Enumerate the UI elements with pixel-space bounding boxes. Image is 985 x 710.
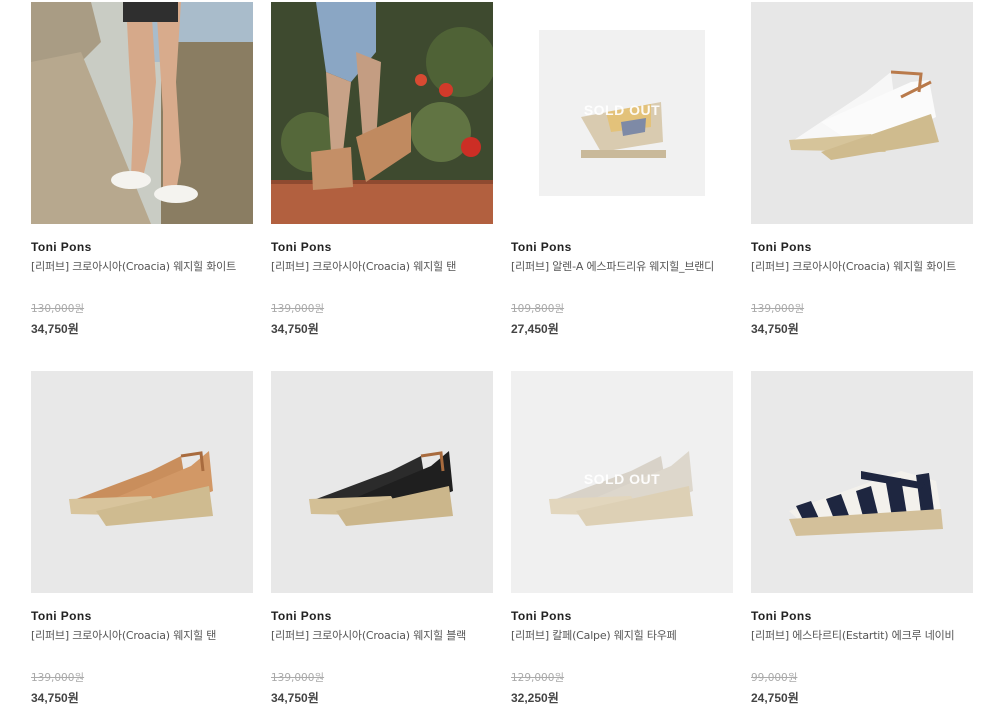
product-name[interactable]: [리퍼브] 크로아시아(Croacia) 웨지힐 화이트 [31, 258, 253, 275]
sale-price: 32,250원 [511, 691, 559, 705]
original-price: 139,000원 [271, 672, 325, 684]
product-card[interactable]: SOLD OUT Toni Pons [리퍼브] 칼페(Calpe) 웨지힐 타… [511, 371, 733, 705]
sold-out-label: SOLD OUT [583, 471, 661, 487]
product-card[interactable]: Toni Pons [리퍼브] 크로아시아(Croacia) 웨지힐 화이트 1… [751, 2, 973, 336]
product-image[interactable]: SOLD OUT [511, 2, 733, 224]
product-image[interactable] [751, 2, 973, 224]
product-image[interactable]: SOLD OUT [511, 371, 733, 593]
product-card[interactable]: Toni Pons [리퍼브] 에스타르티(Estartit) 에크루 네이비 … [751, 371, 973, 705]
product-name[interactable]: [리퍼브] 칼페(Calpe) 웨지힐 타우페 [511, 627, 733, 644]
original-price: 130,000원 [31, 303, 85, 315]
sale-price: 34,750원 [31, 322, 79, 336]
product-card[interactable]: Toni Pons [리퍼브] 크로아시아(Croacia) 웨지힐 블랙 13… [271, 371, 493, 705]
original-price: 139,000원 [31, 672, 85, 684]
product-image[interactable] [271, 2, 493, 224]
product-image[interactable] [271, 371, 493, 593]
product-brand[interactable]: Toni Pons [751, 240, 812, 254]
product-name[interactable]: [리퍼브] 에스타르티(Estartit) 에크루 네이비 [751, 627, 973, 644]
original-price: 139,000원 [271, 303, 325, 315]
original-price: 129,000원 [511, 672, 565, 684]
product-name[interactable]: [리퍼브] 크로아시아(Croacia) 웨지힐 블랙 [271, 627, 493, 644]
product-card[interactable]: Toni Pons [리퍼브] 크로아시아(Croacia) 웨지힐 탠 139… [31, 371, 253, 705]
sale-price: 34,750원 [271, 691, 319, 705]
product-image[interactable] [751, 371, 973, 593]
product-brand[interactable]: Toni Pons [31, 240, 92, 254]
product-brand[interactable]: Toni Pons [31, 609, 92, 623]
product-image[interactable] [31, 371, 253, 593]
product-card[interactable]: Toni Pons [리퍼브] 크로아시아(Croacia) 웨지힐 탠 139… [271, 2, 493, 336]
product-name[interactable]: [리퍼브] 크로아시아(Croacia) 웨지힐 화이트 [751, 258, 973, 275]
sale-price: 34,750원 [271, 322, 319, 336]
sale-price: 34,750원 [751, 322, 799, 336]
original-price: 139,000원 [751, 303, 805, 315]
sale-price: 27,450원 [511, 322, 559, 336]
product-name[interactable]: [리퍼브] 크로아시아(Croacia) 웨지힐 탠 [271, 258, 493, 275]
product-brand[interactable]: Toni Pons [271, 609, 332, 623]
product-card[interactable]: Toni Pons [리퍼브] 크로아시아(Croacia) 웨지힐 화이트 1… [31, 2, 253, 336]
product-brand[interactable]: Toni Pons [751, 609, 812, 623]
original-price: 109,800원 [511, 303, 565, 315]
sold-out-label: SOLD OUT [583, 102, 661, 118]
original-price: 99,000원 [751, 672, 798, 684]
product-brand[interactable]: Toni Pons [511, 240, 572, 254]
sale-price: 24,750원 [751, 691, 799, 705]
product-image[interactable] [31, 2, 253, 224]
product-name[interactable]: [리퍼브] 알렌-A 에스파드리유 웨지힐_브랜디 [511, 258, 733, 275]
product-card[interactable]: SOLD OUT Toni Pons [리퍼브] 알렌-A 에스파드리유 웨지힐… [511, 2, 733, 336]
product-brand[interactable]: Toni Pons [511, 609, 572, 623]
product-name[interactable]: [리퍼브] 크로아시아(Croacia) 웨지힐 탠 [31, 627, 253, 644]
sale-price: 34,750원 [31, 691, 79, 705]
product-brand[interactable]: Toni Pons [271, 240, 332, 254]
